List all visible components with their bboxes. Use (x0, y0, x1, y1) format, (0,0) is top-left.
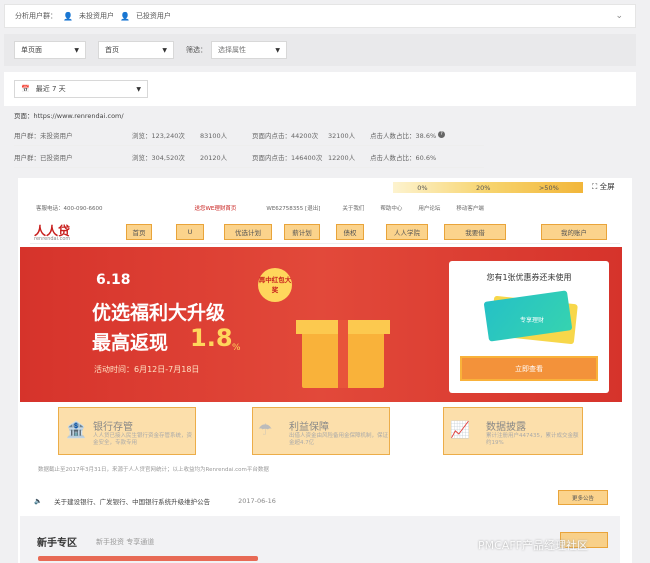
page-url: 页面：https://www.renrendai.com/ (14, 112, 124, 120)
feature-title: 利益保障 (289, 422, 329, 433)
heatmap-legend: 0% 20% >50% (393, 182, 583, 193)
nav-home[interactable]: 首页 (126, 224, 152, 240)
legend-mid: 20% (475, 183, 491, 192)
stat-clicks: 页面内点击：146400次 (252, 153, 323, 162)
data-footnote: 数据截止至2017年3月31日，来源于人人贷官网统计；以上收益均为Renrend… (38, 467, 269, 473)
date-range-content: 📅 最近 7 天 (21, 84, 66, 94)
notice-bar: 🔈 关于建设银行、广发银行、中国银行系统升级维护公告 2017-06-16 (34, 494, 614, 508)
group-uninvested[interactable]: 未投资用户 (79, 11, 114, 21)
page-type-select[interactable]: 单页面 ▼ (14, 41, 86, 59)
help-icon[interactable]: ? (438, 131, 445, 138)
stat-ratio: 点击人数占比：38.6% (370, 131, 437, 140)
banner-time: 活动时间：6月12日-7月18日 (94, 365, 200, 374)
attribute-select[interactable]: 选择属性 ▼ (211, 41, 287, 59)
dropdown-arrow-icon: ▼ (74, 46, 79, 54)
legend-low: 0% (417, 183, 428, 192)
coupon-view-button[interactable]: 立即查看 (460, 356, 598, 381)
banner-percent: % (232, 343, 241, 353)
feature-title: 银行存管 (93, 422, 133, 433)
more-notice-button[interactable]: 更多公告 (558, 490, 608, 505)
stat-click-users: 32100人 (328, 131, 356, 140)
topnav-mobile[interactable]: 移动客户端 (456, 204, 484, 212)
stat-click-users: 12200人 (328, 153, 356, 162)
stat-clicks: 页面内点击：44200次 (252, 131, 319, 140)
date-range-select[interactable]: 📅 最近 7 天 ▼ (14, 80, 148, 98)
group-invested[interactable]: 已投资用户 (136, 11, 171, 21)
group-label: 分析用户群： (15, 12, 57, 20)
user-group-icon: 👤 (63, 11, 73, 21)
banner-rate: 1.8 (190, 324, 233, 352)
nav-debt[interactable]: 债权 (336, 224, 364, 240)
stat-users: 20120人 (200, 153, 228, 162)
stat-views: 浏览：123,240次 (132, 131, 185, 140)
bank-icon: 🏦 (66, 420, 86, 439)
nav-my-account[interactable]: 我的账户 (541, 224, 607, 240)
nav-borrow[interactable]: 我要借 (444, 224, 506, 240)
stats-panel: 页面：https://www.renrendai.com/ 用户群：未投资用户 … (14, 110, 484, 168)
topnav-help[interactable]: 帮助中心 (380, 204, 402, 212)
stat-group: 用户群：已投资用户 (14, 153, 73, 162)
fullscreen-icon: ⛶ (592, 182, 598, 191)
stat-ratio: 点击人数占比：60.6% (370, 153, 437, 162)
watermark: PMCAFF产品经理社区 (478, 539, 588, 552)
stat-group: 用户群：未投资用户 (14, 131, 73, 140)
topnav-account[interactable]: WE62758355 [退出] (266, 204, 320, 212)
user-group-bar: 分析用户群： 👤 未投资用户 👤 已投资用户 ⌄ (4, 4, 636, 28)
coupon-title: 您有1张优惠券还未使用 (486, 273, 572, 282)
nav-u[interactable]: U (176, 224, 204, 240)
feature-protection[interactable]: 利益保障 出借人资金由风险备用金保障机制，保证金超4.7亿 (252, 407, 390, 455)
banner-headline: 优选福利大升级 (92, 302, 226, 324)
legend-high: >50% (538, 183, 559, 192)
feature-desc: 累计注册用户447435，累计成交金额约19% (486, 433, 579, 446)
page-type-value: 单页面 (21, 46, 42, 54)
site-logo[interactable]: 人人贷 renrendai.com (34, 222, 84, 242)
calendar-icon: 📅 (21, 85, 30, 93)
ticket-label: 专享理财 (520, 317, 545, 324)
newbie-progress-accent (38, 556, 258, 561)
chart-board-icon: 📈 (450, 420, 470, 439)
table-row: 用户群：已投资用户 浏览：304,520次 20120人 页面内点击：14640… (14, 146, 484, 168)
collapse-chevron-icon[interactable]: ⌄ (615, 11, 623, 21)
banner-date: 6.18 (96, 272, 131, 288)
feature-title: 数据披露 (486, 422, 526, 433)
umbrella-icon: ☂ (258, 420, 273, 439)
nav-academy[interactable]: 人人学院 (386, 224, 428, 240)
dropdown-arrow-icon: ▼ (136, 85, 141, 93)
fullscreen-button[interactable]: ⛶ 全屏 (592, 181, 615, 192)
feature-desc: 出借人资金由风险备用金保障机制，保证金超4.7亿 (289, 433, 389, 446)
date-range-bar: 📅 最近 7 天 ▼ (4, 72, 636, 106)
notice-date: 2017-06-16 (238, 497, 276, 505)
stat-views: 浏览：304,520次 (132, 153, 185, 162)
banner-badge: 再中红包大奖 (258, 268, 292, 302)
banner-subheadline: 最高返现 (92, 332, 169, 354)
topnav-about[interactable]: 关于我们 (342, 204, 364, 212)
table-row: 用户群：未投资用户 浏览：123,240次 83100人 页面内点击：44200… (14, 124, 484, 146)
speaker-icon: 🔈 (34, 497, 43, 505)
attribute-placeholder: 选择属性 (218, 46, 246, 54)
feature-desc: 人人贷已接入民生银行资金存管系统，资金安全，专款专用 (93, 433, 193, 446)
topnav-we-link[interactable]: 送您WE理财首页 (194, 204, 236, 212)
dropdown-arrow-icon: ▼ (275, 46, 280, 54)
page-select[interactable]: 首页 ▼ (98, 41, 174, 59)
newbie-zone-subtitle: 新手投资 专享通道 (96, 538, 155, 546)
nav-youxuan[interactable]: 优选计划 (224, 224, 272, 240)
page-value: 首页 (105, 46, 119, 54)
user-group-icon: 👤 (119, 11, 130, 21)
dropdown-arrow-icon: ▼ (162, 46, 167, 54)
site-main-nav (30, 218, 620, 244)
filter-label: 筛选： (186, 46, 207, 54)
site-top-nav: 客服电话：400-090-6600 送您WE理财首页 WE62758355 [退… (36, 200, 616, 216)
newbie-zone-title: 新手专区 (37, 538, 77, 549)
fullscreen-label: 全屏 (599, 182, 615, 191)
gift-ribbon (338, 320, 348, 388)
date-range-value: 最近 7 天 (35, 85, 66, 93)
hotline: 客服电话：400-090-6600 (36, 206, 103, 212)
logo-sub: renrendai.com (34, 236, 71, 242)
nav-xin[interactable]: 薪计划 (284, 224, 320, 240)
notice-text[interactable]: 关于建设银行、广发银行、中国银行系统升级维护公告 (54, 496, 210, 506)
topnav-forum[interactable]: 用户论坛 (418, 204, 440, 212)
stat-users: 83100人 (200, 131, 228, 140)
page-filter-bar: 单页面 ▼ 首页 ▼ 筛选： 选择属性 ▼ (4, 34, 636, 66)
